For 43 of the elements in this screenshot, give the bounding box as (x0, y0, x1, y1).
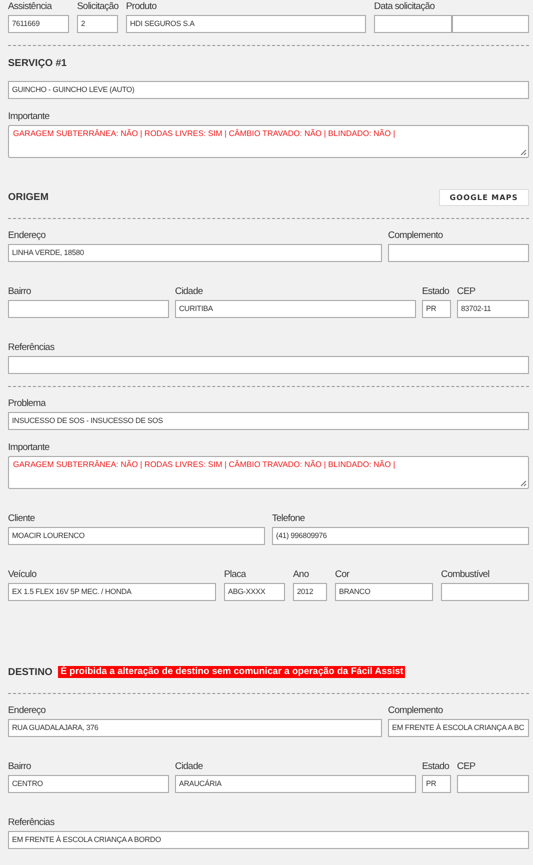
input-field[interactable] (452, 15, 529, 33)
field-label: Importante (8, 442, 50, 454)
field-label: Solicitação (77, 1, 119, 13)
field-label: Cidade (175, 761, 203, 773)
input-field[interactable] (8, 356, 529, 374)
field-label: Bairro (8, 761, 31, 773)
field-label: Cidade (175, 286, 203, 298)
field-label: Endereço (8, 705, 46, 717)
field-label: Referências (8, 817, 54, 829)
field-label: Bairro (8, 286, 31, 298)
section-heading: SERVIÇO #1 (8, 58, 67, 68)
field-label: Estado (422, 286, 450, 298)
field-label: Telefone (272, 513, 305, 525)
field-label: Ano (293, 569, 309, 581)
input-field[interactable] (374, 15, 452, 33)
resize-grip-icon[interactable] (520, 149, 527, 156)
field-label: Placa (224, 569, 246, 581)
input-field[interactable] (388, 244, 529, 262)
field-label: Complemento (388, 230, 443, 242)
field-label: Veículo (8, 569, 36, 581)
resize-grip-icon[interactable] (520, 480, 527, 487)
field-label: Data solicitação (374, 1, 435, 13)
field-label: CEP (457, 286, 476, 298)
field-label: Assistência (8, 1, 52, 13)
warning-banner: É proibida a alteração de destino sem comunicar a operação da Fácil Assist (58, 666, 406, 678)
section-heading: ORIGEM (8, 192, 49, 202)
field-label: Referências (8, 342, 54, 354)
field-label: Complemento (388, 705, 443, 717)
input-field[interactable] (8, 300, 169, 318)
input-field[interactable] (457, 775, 529, 793)
field-label: Combustível (441, 569, 490, 581)
input-field[interactable] (441, 583, 529, 601)
field-label: Cor (335, 569, 350, 581)
field-label: Importante (8, 111, 50, 123)
section-heading: DESTINO (8, 666, 52, 678)
field-label: Produto (126, 1, 156, 13)
text-area[interactable]: GARAGEM SUBTERRÂNEA: NÃO | RODAS LIVRES: SIM | CÂMBIO TRAVADO: NÃO | BLINDADO: NÃO | (8, 125, 529, 158)
field-label: Estado (422, 761, 450, 773)
field-label: Endereço (8, 230, 46, 242)
field-label: CEP (457, 761, 476, 773)
field-label: Problema (8, 398, 46, 410)
text-area[interactable]: GARAGEM SUBTERRÂNEA: NÃO | RODAS LIVRES: SIM | CÂMBIO TRAVADO: NÃO | BLINDADO: NÃO | (8, 456, 529, 489)
field-label: Cliente (8, 513, 35, 525)
